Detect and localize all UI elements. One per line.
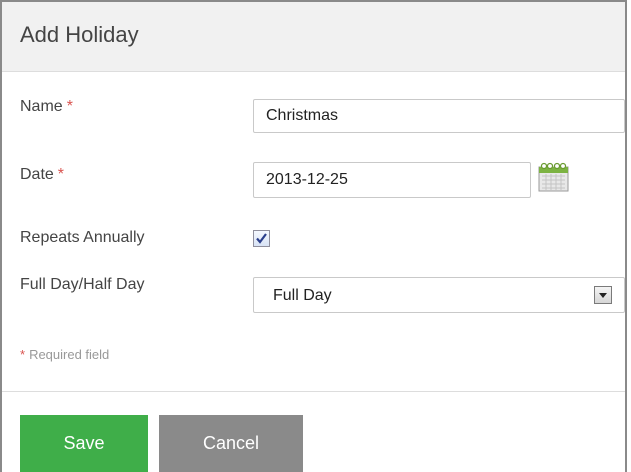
day-type-select[interactable]: Full Day	[253, 277, 625, 313]
footer-divider	[2, 391, 625, 392]
date-input[interactable]	[253, 162, 531, 198]
chevron-down-icon[interactable]	[594, 286, 612, 304]
dialog-title: Add Holiday	[20, 22, 139, 47]
day-type-selected-value: Full Day	[273, 287, 332, 304]
required-note-star: *	[20, 347, 26, 362]
save-button[interactable]: Save	[20, 415, 148, 472]
date-required-star: *	[57, 166, 65, 183]
name-label-text: Name	[20, 98, 63, 115]
calendar-icon[interactable]	[538, 162, 569, 192]
date-label: Date *	[20, 165, 64, 185]
name-required-star: *	[66, 98, 73, 115]
day-type-label: Full Day/Half Day	[20, 276, 145, 293]
name-label: Name *	[20, 97, 73, 117]
cancel-button[interactable]: Cancel	[159, 415, 303, 472]
name-input[interactable]	[253, 99, 625, 133]
repeats-annually-label: Repeats Annually	[20, 229, 145, 246]
checkmark-icon	[256, 233, 267, 244]
dialog-header: Add Holiday	[2, 2, 625, 72]
required-field-note: * Required field	[20, 347, 109, 363]
repeats-annually-checkbox[interactable]	[253, 230, 270, 247]
date-label-text: Date	[20, 166, 54, 183]
required-note-text: Required field	[29, 347, 110, 362]
add-holiday-dialog: Add Holiday Name* Date* Repeats Annually	[0, 0, 627, 472]
